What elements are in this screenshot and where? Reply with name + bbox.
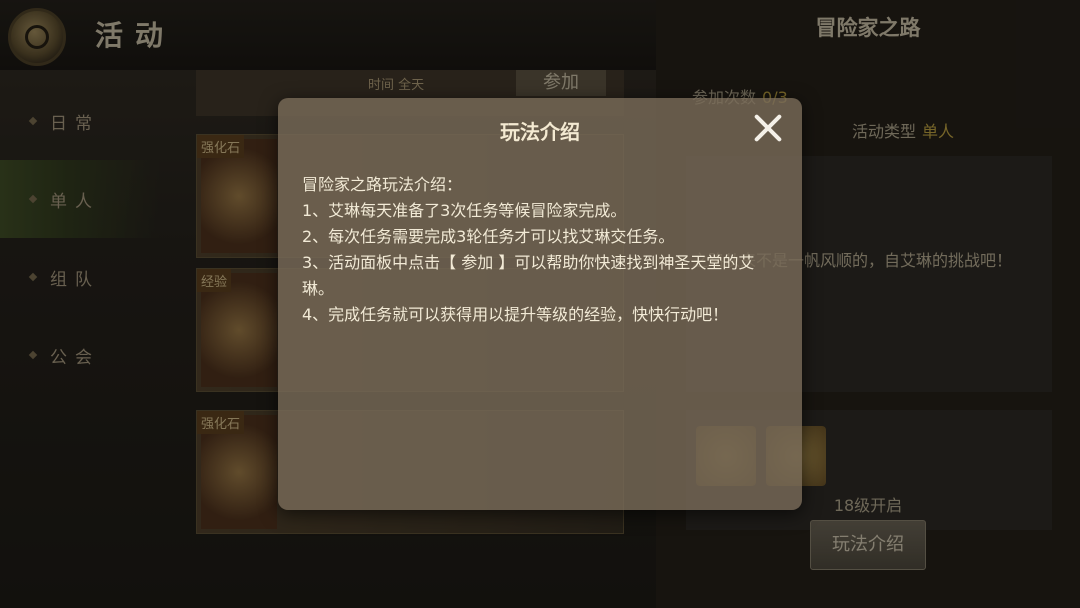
rule-line: 冒险家之路玩法介绍： [302,175,463,194]
rule-line: 4、完成任务就可以获得用以提升等级的经验，快快行动吧！ [302,305,729,324]
rule-line: 1、艾琳每天准备了3次任务等候冒险家完成。 [302,201,627,220]
close-icon[interactable] [752,112,784,144]
rule-line: 2、每次任务需要完成3轮任务才可以找艾琳交任务。 [302,227,675,246]
dialog-title: 玩法介绍 [500,120,580,144]
dialog-body: 冒险家之路玩法介绍： 1、艾琳每天准备了3次任务等候冒险家完成。 2、每次任务需… [302,172,780,328]
rules-dialog: 玩法介绍 冒险家之路玩法介绍： 1、艾琳每天准备了3次任务等候冒险家完成。 2、… [278,98,802,510]
rule-line: 3、活动面板中点击【 参加 】可以帮助你快速找到神圣天堂的艾琳。 [302,253,755,298]
